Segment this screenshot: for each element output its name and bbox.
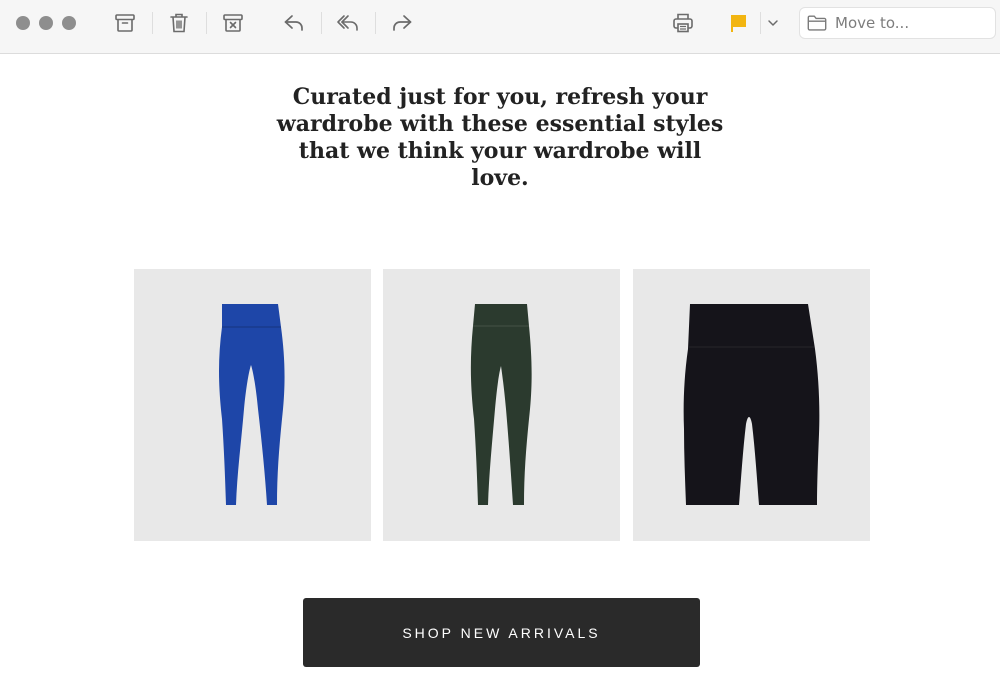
mail-toolbar: Move to...	[0, 0, 1000, 54]
junk-button[interactable]	[215, 9, 251, 37]
email-headline: Curated just for you, refresh your wardr…	[276, 84, 724, 191]
shop-new-arrivals-button[interactable]: SHOP NEW ARRIVALS	[303, 598, 700, 667]
folder-icon	[806, 12, 828, 34]
flag-icon	[731, 15, 746, 32]
toolbar-separator	[375, 12, 376, 34]
archive-button[interactable]	[107, 9, 143, 37]
product-image-blue-leggings[interactable]	[134, 269, 371, 541]
forward-button[interactable]	[384, 9, 420, 37]
print-button[interactable]	[665, 9, 701, 37]
forward-icon	[393, 15, 412, 31]
flag-menu-button[interactable]	[757, 9, 789, 37]
reply-all-icon	[337, 15, 358, 31]
move-to-label: Move to...	[835, 14, 910, 32]
flag-button[interactable]	[720, 9, 756, 37]
reply-button[interactable]	[276, 9, 312, 37]
product-image-black-bike-shorts[interactable]	[633, 269, 870, 541]
bike-shorts-image	[683, 304, 820, 505]
trash-icon	[170, 13, 188, 33]
archive-icon	[115, 14, 135, 32]
toolbar-separator	[321, 12, 322, 34]
window-close-button[interactable]	[16, 16, 30, 30]
window-zoom-button[interactable]	[62, 16, 76, 30]
leggings-image	[470, 304, 532, 505]
junk-icon	[223, 14, 243, 32]
reply-all-button[interactable]	[330, 9, 366, 37]
window-minimize-button[interactable]	[39, 16, 53, 30]
leggings-image	[219, 304, 285, 505]
product-image-green-leggings[interactable]	[383, 269, 620, 541]
move-to-button[interactable]: Move to...	[799, 7, 996, 39]
toolbar-separator	[152, 12, 153, 34]
toolbar-separator	[206, 12, 207, 34]
chevron-down-icon	[768, 20, 778, 26]
printer-icon	[673, 13, 693, 33]
delete-button[interactable]	[161, 9, 197, 37]
reply-icon	[284, 15, 303, 31]
